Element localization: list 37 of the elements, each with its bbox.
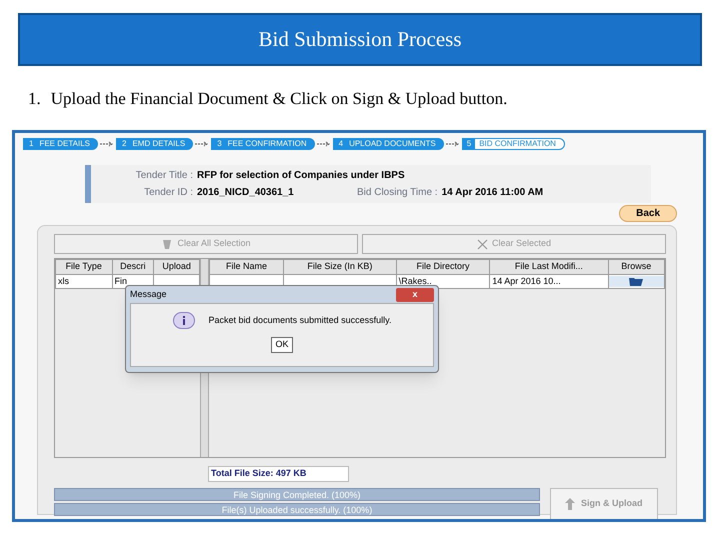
arrow-icon — [195, 141, 210, 147]
x-icon — [476, 238, 488, 250]
closing-time: 14 Apr 2016 11:00 AM — [442, 186, 544, 200]
column-header[interactable]: File Last Modifi... — [490, 260, 608, 274]
back-button[interactable]: Back — [619, 205, 677, 222]
progress-bar: File Signing Completed. (100%) — [54, 488, 540, 501]
slide-title: Bid Submission Process — [258, 26, 462, 53]
close-button[interactable]: x — [396, 288, 434, 302]
step-number: 1. — [28, 88, 41, 110]
column-header[interactable]: Upload — [154, 260, 200, 274]
table-cell: xls — [56, 274, 112, 288]
column-header[interactable]: File Type — [56, 260, 112, 274]
total-file-size: Total File Size: 497 KB — [208, 466, 349, 482]
dialog-message: Packet bid documents submitted successfully. — [208, 314, 392, 327]
progress-bar: File(s) Uploaded successfully. (100%) — [54, 503, 540, 516]
arrow-icon — [446, 141, 460, 147]
arrow-icon — [100, 141, 114, 147]
column-header[interactable]: Browse — [608, 260, 664, 274]
browse-button[interactable] — [608, 276, 664, 287]
field-label: Bid Closing Time : — [357, 186, 439, 200]
column-header[interactable]: Descri — [112, 260, 154, 274]
column-header[interactable]: File Name — [210, 260, 284, 274]
tender-id: 2016_NICD_40361_1 — [197, 186, 295, 200]
table-cell: 14 Apr 2016 10... — [490, 274, 608, 288]
folder-icon — [629, 276, 644, 286]
upload-arrow-icon — [565, 498, 575, 510]
ok-button[interactable]: OK — [271, 337, 292, 353]
arrow-icon — [316, 141, 331, 147]
wizard-step[interactable]: 5 BID CONFIRMATION — [462, 138, 565, 150]
dialog-title: Message — [130, 288, 167, 301]
field-label: Tender ID : — [143, 186, 194, 200]
instruction-text: Upload the Financial Document & Click on Sign & Upload button. — [50, 88, 508, 110]
column-header[interactable]: File Directory — [396, 260, 490, 274]
column-header[interactable]: File Size (In KB) — [284, 260, 396, 274]
tender-title: RFP for selection of Companies under IBPS — [197, 169, 405, 183]
field-label: Tender Title : — [134, 169, 194, 183]
info-icon — [172, 312, 195, 329]
